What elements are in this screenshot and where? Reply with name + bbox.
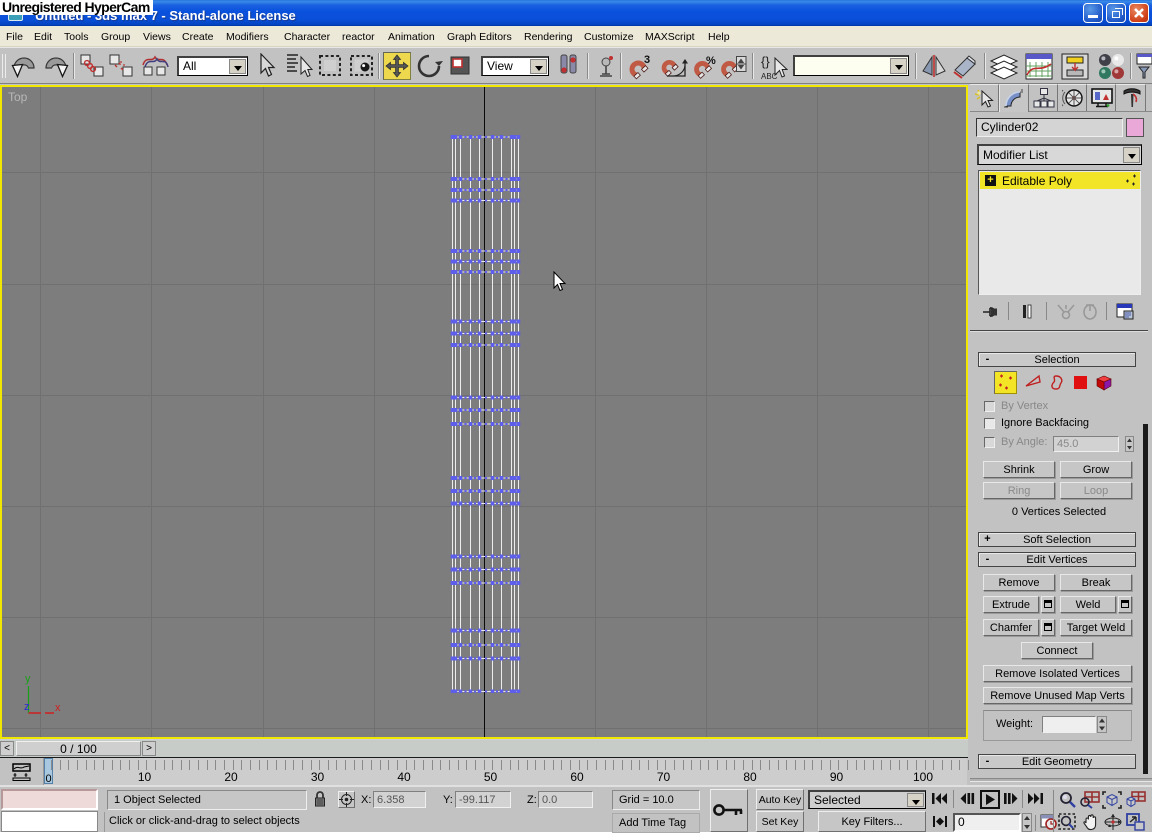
svg-text:%: %	[706, 55, 716, 67]
svg-text:x: x	[55, 702, 61, 714]
svg-text:y: y	[25, 673, 31, 685]
svg-text:3: 3	[644, 54, 650, 66]
svg-text:z: z	[24, 701, 30, 713]
svg-text:{}: {}	[761, 54, 770, 69]
